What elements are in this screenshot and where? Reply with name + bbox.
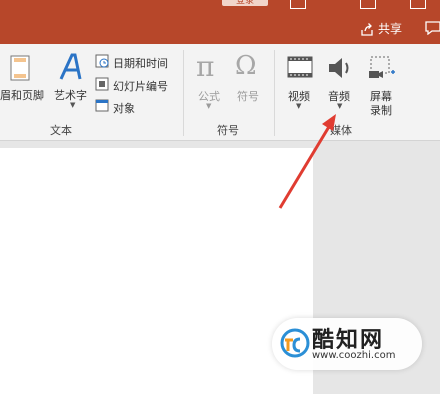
symbol-button[interactable]: 符号 xyxy=(237,88,259,104)
share-icon xyxy=(361,23,373,36)
wordart-dropdown-icon[interactable]: ▼ xyxy=(70,101,75,109)
title-bar: 登录 共享 xyxy=(0,0,440,44)
text-group-label: 文本 xyxy=(50,124,72,137)
audio-dropdown-icon[interactable]: ▼ xyxy=(337,102,342,110)
restore-window-icon[interactable] xyxy=(290,0,306,9)
symbol-icon: Ω xyxy=(235,51,257,81)
equation-icon: π xyxy=(196,50,215,83)
date-time-button[interactable]: 日期和时间 xyxy=(113,55,168,71)
watermark-url: www.coozhi.com xyxy=(312,350,396,361)
symbols-group-label: 符号 xyxy=(217,124,239,137)
media-group-label: 媒体 xyxy=(330,124,352,137)
audio-icon xyxy=(329,58,349,78)
wordart-icon xyxy=(59,53,82,80)
header-footer-button[interactable]: 眉和页脚 xyxy=(0,87,44,103)
minimize-window-icon[interactable] xyxy=(360,0,376,9)
screen-recording-label-line2: 录制 xyxy=(370,104,392,117)
watermark: 酷知网 www.coozhi.com xyxy=(272,318,422,370)
object-button[interactable]: 对象 xyxy=(113,100,135,116)
comment-icon[interactable] xyxy=(425,21,440,35)
header-footer-icon xyxy=(10,55,30,81)
share-label: 共享 xyxy=(378,22,403,36)
group-separator xyxy=(274,50,275,136)
login-button[interactable]: 登录 xyxy=(222,0,268,6)
date-time-icon xyxy=(95,54,109,68)
slide-number-icon xyxy=(95,77,109,91)
screen-recording-icon xyxy=(369,56,395,78)
object-icon xyxy=(95,99,109,112)
coozhi-logo-icon xyxy=(280,328,310,358)
share-button[interactable]: 共享 xyxy=(360,20,402,38)
slide-number-button[interactable]: 幻灯片编号 xyxy=(113,78,168,94)
group-separator xyxy=(183,50,184,136)
slide-canvas[interactable] xyxy=(0,148,313,394)
equation-dropdown-icon[interactable]: ▼ xyxy=(206,102,211,110)
video-icon xyxy=(287,56,313,78)
close-window-icon[interactable] xyxy=(410,0,426,9)
video-dropdown-icon[interactable]: ▼ xyxy=(296,102,301,110)
